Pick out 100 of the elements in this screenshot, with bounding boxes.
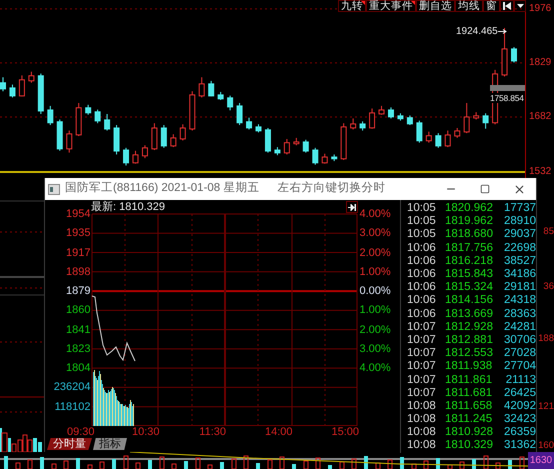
candle (47, 105, 54, 126)
price-label: 118102 (54, 400, 90, 413)
tick-volume: 22698 (503, 242, 536, 255)
chart-tab[interactable]: 分时量 (47, 438, 92, 450)
tick-price: 1812.881 (445, 334, 494, 347)
tick-price: 1811.658 (445, 400, 494, 413)
candle (454, 127, 460, 138)
axis-label: 36 (543, 281, 554, 292)
arrow-right-icon (348, 204, 356, 210)
axis-label: 85 (543, 226, 554, 237)
candle (360, 120, 366, 132)
tick-time: 10:07 (406, 360, 437, 374)
toolbar-button[interactable]: 删自选 (416, 0, 455, 12)
candle (340, 122, 347, 160)
window-title: 国防军工(881166) 2021-01-08 星期五 (65, 180, 260, 196)
tick-price: 1812.553 (445, 347, 494, 360)
time-label: 15:00 (330, 426, 359, 438)
tick-volume: 28910 (503, 215, 536, 228)
high-price-label: 1924.465 (456, 26, 498, 37)
candle (464, 102, 470, 134)
candle (473, 112, 480, 120)
tick-price: 1820.962 (445, 202, 494, 216)
price-axis-label: 1976 (529, 2, 552, 15)
tick-price: 1811.938 (445, 360, 494, 374)
tick-price: 1815.843 (445, 268, 494, 282)
percent-label: 4.00% (359, 208, 391, 220)
candle (198, 76, 205, 98)
tick-time: 10:07 (406, 347, 437, 360)
chart-tab[interactable]: 指标 (93, 438, 127, 450)
tick-volume: 26359 (503, 426, 536, 440)
tick-volume: 30706 (503, 334, 536, 347)
tick-price: 1814.156 (445, 294, 494, 308)
price-label: 1954 (66, 208, 90, 220)
candle (444, 130, 451, 148)
candle (76, 102, 82, 137)
candle (482, 112, 489, 130)
percent-label: 2.00% (359, 246, 391, 259)
percent-label: 0.00% (359, 285, 391, 298)
tick-price: 1818.680 (445, 228, 494, 242)
tick-time: 10:06 (406, 308, 437, 321)
tick-volume: 24318 (503, 294, 536, 308)
arrow-left-icon (502, 2, 512, 10)
candle (218, 91, 224, 101)
toolbar-button[interactable]: 均线 (455, 0, 483, 12)
candle (416, 120, 422, 144)
candle (85, 104, 92, 116)
tick-volume: 29181 (503, 281, 536, 294)
tick-volume: 27028 (503, 347, 536, 360)
price-label: 1823 (66, 342, 90, 355)
tick-volume: 38527 (503, 254, 536, 268)
tick-price: 1811.861 (445, 374, 494, 387)
toolbar-button[interactable]: 重大事件 (366, 0, 416, 12)
tick-price: 1815.324 (445, 281, 494, 294)
price-label: 1879 (66, 285, 90, 298)
price-label: 1841 (66, 324, 90, 336)
tick-volume: 32423 (503, 413, 536, 426)
candle (322, 153, 328, 164)
tick-volume: 24281 (503, 320, 536, 334)
candle (350, 118, 356, 130)
price-axis-label: 1532 (529, 166, 552, 178)
price-label: 1917 (66, 246, 90, 259)
price-label: 236204 (54, 381, 90, 394)
tick-time: 10:07 (406, 334, 437, 347)
tick-volume: 31362 (503, 439, 536, 452)
tick-price: 1810.329 (445, 439, 494, 452)
candle (256, 124, 262, 133)
candle (56, 119, 63, 152)
exit-button[interactable] (346, 201, 358, 213)
tick-time: 10:05 (406, 228, 437, 242)
tick-price: 1812.928 (445, 320, 494, 334)
dropdown-button[interactable] (514, 0, 526, 12)
tick-time: 10:08 (406, 426, 437, 440)
tick-time: 10:06 (406, 254, 437, 268)
percent-label: 3.00% (359, 227, 391, 240)
tick-price: 1819.962 (445, 215, 494, 228)
price-label: 1935 (66, 227, 90, 240)
candle (264, 127, 271, 154)
candle (160, 124, 167, 148)
tick-time: 10:05 (406, 202, 437, 216)
percent-label: 2.00% (359, 324, 391, 336)
toolbar-button[interactable]: 九转 (338, 0, 366, 12)
low-price-label: 1758.854 (490, 93, 524, 103)
candle (94, 109, 101, 124)
candle (123, 147, 130, 166)
candle (312, 147, 318, 166)
tick-time: 10:06 (406, 281, 437, 294)
tick-time: 10:08 (406, 439, 437, 452)
candle (104, 114, 110, 132)
percent-label: 3.00% (359, 342, 391, 355)
candle (397, 112, 404, 122)
price-marker-bar (490, 85, 525, 91)
candle (9, 84, 16, 98)
candle (114, 124, 120, 155)
time-label: 11:30 (198, 426, 226, 438)
candle (284, 138, 290, 155)
toolbar-button[interactable]: 窗 (483, 0, 500, 12)
candle (302, 139, 309, 154)
axis-label: 160 (538, 440, 554, 451)
caret-icon (516, 4, 524, 8)
collapse-button[interactable] (500, 0, 514, 12)
